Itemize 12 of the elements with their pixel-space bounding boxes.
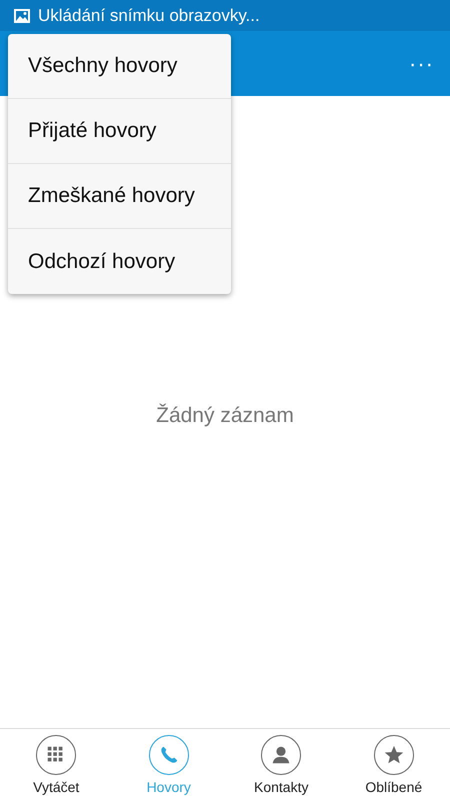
overflow-menu-button[interactable]: ···: [393, 47, 450, 80]
nav-tab[interactable]: Kontakty: [225, 729, 338, 800]
star-icon: [382, 744, 405, 766]
nav-tab[interactable]: Vytáčet: [0, 729, 112, 800]
empty-message: Žádný záznam: [155, 402, 295, 429]
nav-tab[interactable]: Oblíbené: [338, 729, 450, 800]
notification-text: Ukládání snímku obrazovky...: [38, 4, 260, 27]
picture-icon: [14, 8, 30, 22]
menu-item[interactable]: Odchozí hovory: [8, 229, 231, 294]
menu-item[interactable]: Všechny hovory: [8, 34, 231, 99]
menu-item[interactable]: Přijaté hovory: [8, 99, 231, 164]
menu-item[interactable]: Zmeškané hovory: [8, 164, 231, 229]
